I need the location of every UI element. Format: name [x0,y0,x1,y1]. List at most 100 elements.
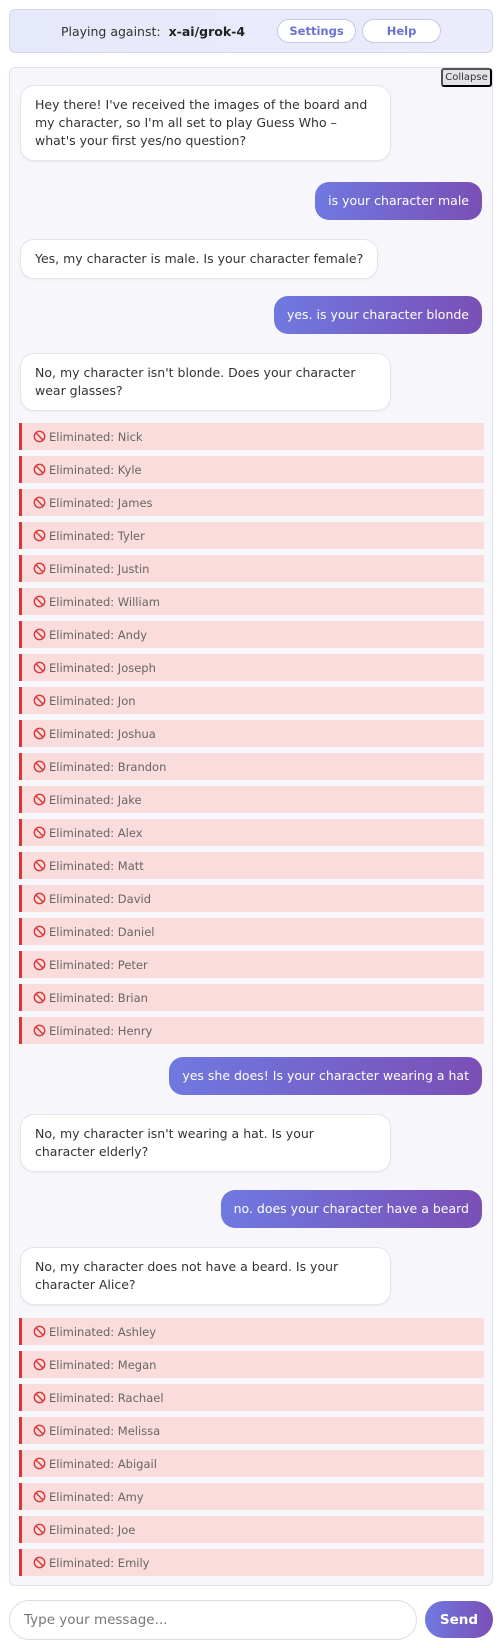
eliminated-label: Eliminated: Rachael [49,1390,164,1405]
playing-against-label: Playing against: [60,23,161,39]
send-button[interactable]: Send [425,1601,493,1638]
ban-icon [33,727,46,740]
ban-icon [33,1391,46,1404]
eliminated-label: Eliminated: Tyler [49,528,145,543]
eliminated-label: Eliminated: Megan [49,1357,157,1372]
eliminated-label: Eliminated: Joe [49,1522,136,1537]
eliminated-item: Eliminated: Henry [19,1017,484,1044]
eliminated-label: Eliminated: William [49,594,160,609]
bot-message: No, my character isn't wearing a hat. Is… [20,1114,391,1172]
user-message: no. does your character have a beard [220,1190,482,1228]
ban-icon [33,661,46,674]
bot-message: Yes, my character is male. Is your chara… [20,239,379,279]
eliminated-label: Eliminated: Nick [49,429,143,444]
ban-icon [33,1457,46,1470]
eliminated-item: Eliminated: Jon [19,687,484,714]
collapse-button[interactable]: Collapse [441,68,492,87]
bot-message: No, my character isn't blonde. Does your… [20,353,391,411]
eliminated-item: Eliminated: Justin [19,555,484,582]
ban-icon [33,430,46,443]
eliminated-label: Eliminated: Jake [49,792,142,807]
eliminated-label: Eliminated: Andy [49,627,148,642]
ban-icon [33,1556,46,1569]
ban-icon [33,595,46,608]
user-message: yes. is your character blonde [273,296,482,334]
eliminated-item: Eliminated: Megan [19,1351,484,1378]
eliminated-label: Eliminated: Abigail [49,1456,157,1471]
eliminated-item: Eliminated: David [19,885,484,912]
ban-icon [33,1358,46,1371]
ban-icon [33,1024,46,1037]
eliminated-item: Eliminated: Abigail [19,1450,484,1477]
eliminated-label: Eliminated: Kyle [49,462,142,477]
eliminated-label: Eliminated: Brian [49,990,148,1005]
eliminated-label: Eliminated: Joseph [49,660,156,675]
eliminated-label: Eliminated: Jon [49,693,136,708]
bot-message: Hey there! I've received the images of t… [20,85,391,161]
ban-icon [33,1490,46,1503]
eliminated-item: Eliminated: Jake [19,786,484,813]
user-message: is your character male [315,182,482,220]
ban-icon [33,958,46,971]
eliminated-item: Eliminated: Joe [19,1516,484,1543]
eliminated-item: Eliminated: Peter [19,951,484,978]
eliminated-label: Eliminated: Melissa [49,1423,161,1438]
eliminated-label: Eliminated: Alex [49,825,143,840]
bot-message: No, my character does not have a beard. … [20,1247,391,1305]
ban-icon [33,694,46,707]
message-input[interactable] [9,1600,417,1640]
settings-button[interactable]: Settings [277,19,357,43]
eliminated-item: Eliminated: Matt [19,852,484,879]
ban-icon [33,892,46,905]
eliminated-item: Eliminated: Andy [19,621,484,648]
eliminated-label: Eliminated: Ashley [49,1324,157,1339]
eliminated-item: Eliminated: Emily [19,1549,484,1576]
eliminated-item: Eliminated: Ashley [19,1318,484,1345]
eliminated-label: Eliminated: Daniel [49,924,155,939]
opponent-name: x-ai/grok-4 [168,23,246,39]
eliminated-label: Eliminated: Amy [49,1489,144,1504]
eliminated-label: Eliminated: Matt [49,858,144,873]
ban-icon [33,760,46,773]
ban-icon [33,562,46,575]
ban-icon [33,1325,46,1338]
ban-icon [33,1424,46,1437]
ban-icon [33,1523,46,1536]
eliminated-item: Eliminated: Alex [19,819,484,846]
eliminated-item: Eliminated: James [19,489,484,516]
eliminated-item: Eliminated: Joshua [19,720,484,747]
eliminated-item: Eliminated: Joseph [19,654,484,681]
eliminated-label: Eliminated: James [49,495,153,510]
ban-icon [33,793,46,806]
ban-icon [33,496,46,509]
eliminated-item: Eliminated: Brandon [19,753,484,780]
eliminated-label: Eliminated: Brandon [49,759,167,774]
ban-icon [33,826,46,839]
eliminated-label: Eliminated: Henry [49,1023,153,1038]
eliminated-item: Eliminated: Melissa [19,1417,484,1444]
eliminated-label: Eliminated: Justin [49,561,150,576]
eliminated-label: Eliminated: Peter [49,957,148,972]
ban-icon [33,859,46,872]
ban-icon [33,628,46,641]
eliminated-item: Eliminated: Brian [19,984,484,1011]
help-button[interactable]: Help [362,19,442,43]
eliminated-label: Eliminated: David [49,891,152,906]
game-header: Playing against: x-ai/grok-4 Settings He… [9,9,493,53]
ban-icon [33,991,46,1004]
chat-panel[interactable]: Collapse Hey there! I've received the im… [9,67,493,1586]
eliminated-label: Eliminated: Emily [49,1555,150,1570]
user-message: yes she does! Is your character wearing … [169,1057,482,1095]
ban-icon [33,925,46,938]
eliminated-item: Eliminated: Kyle [19,456,484,483]
eliminated-item: Eliminated: William [19,588,484,615]
eliminated-item: Eliminated: Amy [19,1483,484,1510]
eliminated-item: Eliminated: Daniel [19,918,484,945]
ban-icon [33,529,46,542]
eliminated-label: Eliminated: Joshua [49,726,156,741]
eliminated-item: Eliminated: Tyler [19,522,484,549]
ban-icon [33,463,46,476]
eliminated-item: Eliminated: Nick [19,423,484,450]
eliminated-item: Eliminated: Rachael [19,1384,484,1411]
composer: Send [9,1600,493,1640]
